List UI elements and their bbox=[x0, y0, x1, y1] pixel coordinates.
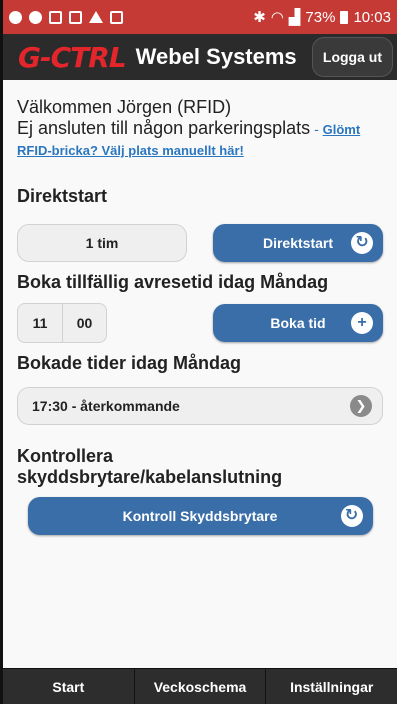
plus-icon: + bbox=[351, 312, 373, 334]
nav-start[interactable]: Start bbox=[3, 669, 134, 704]
warning-icon bbox=[89, 11, 103, 23]
app-notification-icon bbox=[49, 10, 62, 24]
app-header: G-CTRL Webel Systems Logga ut bbox=[3, 34, 397, 80]
direktstart-row: 1 tim Direktstart ↻ bbox=[17, 224, 383, 262]
status-bar: ✱ ◠ ▟ 73% 10:03 bbox=[3, 0, 397, 34]
logout-button[interactable]: Logga ut bbox=[311, 37, 393, 77]
wifi-icon: ◠ bbox=[270, 9, 284, 26]
boka-tid-button-label: Boka tid bbox=[270, 315, 326, 331]
clock: 10:03 bbox=[353, 8, 391, 26]
kontroll-button-label: Kontroll Skyddsbrytare bbox=[122, 508, 278, 524]
refresh-icon: ↻ bbox=[351, 232, 373, 254]
not-connected-text: Ej ansluten till någon parkeringsplats bbox=[17, 118, 311, 138]
time-picker: 11 00 bbox=[17, 303, 107, 343]
refresh-icon: ↻ bbox=[340, 505, 363, 527]
forgot-rfid-link-start[interactable]: Glömt bbox=[323, 122, 361, 137]
duration-select[interactable]: 1 tim bbox=[17, 224, 187, 262]
notification-icons bbox=[9, 10, 123, 24]
minute-field[interactable]: 00 bbox=[62, 304, 106, 342]
image-icon bbox=[69, 10, 82, 24]
boka-heading: Boka tillfällig avresetid idag Måndag bbox=[17, 272, 329, 292]
app-screen: ✱ ◠ ▟ 73% 10:03 G-CTRL Webel Systems Log… bbox=[3, 0, 397, 704]
signal-icon: ▟ bbox=[288, 9, 301, 26]
boka-row: 11 00 Boka tid + bbox=[17, 303, 383, 343]
nav-veckoschema[interactable]: Veckoschema bbox=[133, 669, 266, 704]
forgot-rfid-link[interactable]: RFID-bricka? Välj plats manuellt här! bbox=[17, 143, 383, 158]
direktstart-heading: Direktstart bbox=[17, 186, 108, 206]
direktstart-button-label: Direktstart bbox=[262, 235, 334, 251]
battery-icon bbox=[340, 10, 349, 24]
bluetooth-icon: ✱ bbox=[253, 9, 266, 26]
hour-field[interactable]: 11 bbox=[18, 304, 62, 342]
connection-status: Ej ansluten till någon parkeringsplats -… bbox=[17, 118, 383, 140]
kontroll-heading: Kontrollera skyddsbrytare/kabelanslutnin… bbox=[17, 446, 283, 487]
app-title: Webel Systems bbox=[135, 44, 297, 69]
nav-installningar[interactable]: Inställningar bbox=[265, 669, 397, 704]
booked-time-item[interactable]: 17:30 - återkommande ❯ bbox=[17, 387, 383, 425]
main-content: Välkommen Jörgen (RFID) Ej ansluten till… bbox=[3, 80, 397, 668]
message-icon bbox=[110, 10, 123, 24]
bottom-nav: Start Veckoschema Inställningar bbox=[3, 668, 397, 704]
booked-time-label: 17:30 - återkommande bbox=[32, 398, 180, 414]
welcome-text: Välkommen Jörgen (RFID) bbox=[17, 97, 232, 117]
bokade-heading: Bokade tider idag Måndag bbox=[17, 353, 242, 373]
system-indicators: ✱ ◠ ▟ 73% 10:03 bbox=[253, 8, 391, 27]
logo: G-CTRL bbox=[18, 40, 127, 74]
direktstart-button[interactable]: Direktstart ↻ bbox=[213, 224, 383, 262]
kontroll-button[interactable]: Kontroll Skyddsbrytare ↻ bbox=[27, 497, 373, 535]
battery-percent: 73% bbox=[305, 8, 336, 26]
location-icon bbox=[9, 10, 22, 24]
chevron-right-icon: ❯ bbox=[350, 395, 372, 417]
separator: - bbox=[310, 121, 323, 137]
alert-icon bbox=[29, 10, 42, 24]
boka-tid-button[interactable]: Boka tid + bbox=[213, 304, 383, 342]
